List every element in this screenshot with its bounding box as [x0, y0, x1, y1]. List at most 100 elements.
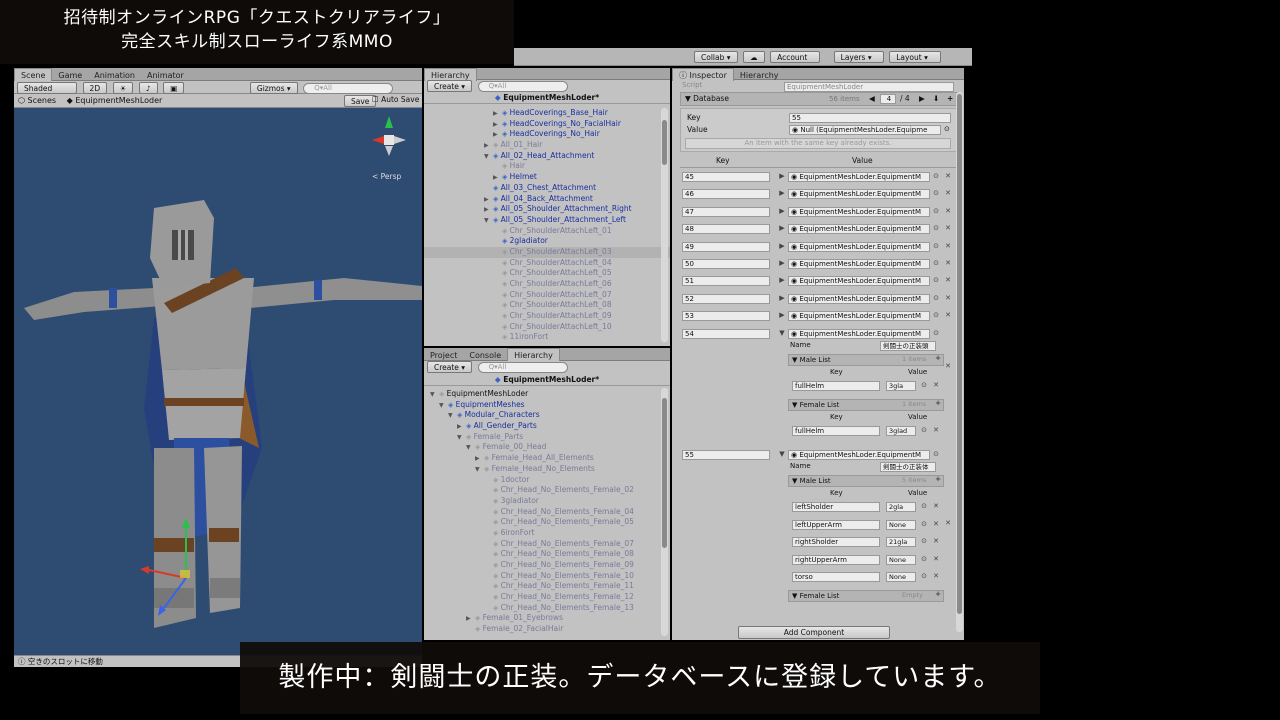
remove-icon[interactable]: ✕	[932, 502, 940, 510]
remove-icon[interactable]: ✕	[944, 242, 952, 250]
database-header[interactable]: ▼ Database 56 items ◀ 4 / 4 ▶ ⬇ +	[680, 92, 958, 106]
hierarchy-item[interactable]: ◈ Chr_ShoulderAttachLeft_03	[424, 246, 670, 258]
remove-icon[interactable]: ✕	[932, 520, 940, 528]
object-picker-icon[interactable]: ⊙	[932, 276, 940, 284]
expand-arrow-icon[interactable]: ▼	[457, 433, 466, 444]
remove-entry-icon[interactable]: ✕	[944, 519, 952, 527]
expand-arrow-icon[interactable]: ▶	[778, 259, 786, 267]
expand-arrow-icon[interactable]: ▶	[778, 172, 786, 180]
object-picker-icon[interactable]: ⊙	[920, 572, 928, 580]
expand-arrow-icon[interactable]: ▶	[778, 207, 786, 215]
hierarchy-item[interactable]: ◈ Chr_Head_No_Elements_Female_08	[424, 549, 670, 560]
object-picker-icon[interactable]: ⊙	[932, 207, 940, 215]
hierarchy-item[interactable]: ◈ Chr_ShoulderAttachLeft_06	[424, 279, 670, 290]
tab-game[interactable]: Game	[52, 69, 88, 82]
tab-animator[interactable]: Animator	[141, 69, 190, 82]
object-picker-icon[interactable]: ⊙	[920, 381, 928, 389]
tab-hierarchy-bottom[interactable]: Hierarchy	[507, 348, 560, 361]
hierarchy-item[interactable]: ▶ ◈ HeadCoverings_No_FacialHair	[424, 119, 670, 130]
collab-dropdown[interactable]: Collab ▾	[694, 51, 738, 63]
remove-icon[interactable]: ✕	[932, 381, 940, 389]
hierarchy-item[interactable]: ▶ ◈ Helmet	[424, 172, 670, 183]
list-value-field[interactable]: 3gla	[886, 380, 916, 391]
move-down-icon[interactable]: ⬇	[933, 93, 939, 105]
remove-icon[interactable]: ✕	[932, 426, 940, 434]
list-key-field[interactable]: rightSholder	[792, 537, 880, 548]
hierarchy-item[interactable]: ▶ ◈ All_05_Shoulder_Attachment_Right	[424, 204, 670, 215]
hierarchy-item[interactable]: ◈ 6ironFort	[424, 528, 670, 539]
remove-icon[interactable]: ✕	[944, 294, 952, 302]
object-picker-icon[interactable]: ⊙	[920, 426, 928, 434]
remove-icon[interactable]: ✕	[944, 189, 952, 197]
expand-arrow-icon[interactable]: ▼	[439, 401, 448, 412]
dictionary-value-field[interactable]: ◉ EquipmentMeshLoder.EquipmentM	[788, 311, 930, 322]
remove-icon[interactable]: ✕	[944, 172, 952, 180]
hierarchy-item[interactable]: ◈ Chr_Head_No_Elements_Female_04	[424, 507, 670, 518]
hierarchy-item[interactable]: ▶ ◈ Female_01_Eyebrows	[424, 613, 670, 624]
dictionary-value-field[interactable]: ◉ EquipmentMeshLoder.EquipmentM	[788, 189, 930, 200]
dictionary-value-field[interactable]: ◉ EquipmentMeshLoder.EquipmentM	[788, 224, 930, 235]
expand-arrow-icon[interactable]: ▼	[430, 390, 439, 401]
hierarchy-item[interactable]: ◈ All_03_Chest_Attachment	[424, 183, 670, 194]
object-picker-icon[interactable]: ⊙	[932, 224, 940, 232]
dictionary-key-field[interactable]: 45	[682, 172, 770, 182]
list-value-field[interactable]: 21gla	[886, 537, 916, 548]
breadcrumb-object[interactable]: EquipmentMeshLoder	[75, 96, 162, 105]
add-list-item-icon[interactable]: +	[934, 590, 942, 598]
account-dropdown[interactable]: Account ▾	[770, 51, 821, 73]
hierarchy-item[interactable]: ▼ ◈ Female_Parts	[424, 432, 670, 443]
create-dropdown[interactable]: Create ▾	[427, 361, 473, 373]
dictionary-key-field[interactable]: 51	[682, 276, 770, 287]
expand-arrow-icon[interactable]: ▼	[466, 443, 475, 454]
hierarchy-item[interactable]: ◈ Female_02_FacialHair	[424, 624, 670, 635]
tab-hierarchy-2[interactable]: Hierarchy	[734, 69, 785, 82]
dictionary-key-field[interactable]: 53	[682, 311, 770, 322]
object-picker-icon[interactable]: ⊙	[932, 242, 940, 250]
key-input[interactable]: 55	[789, 113, 951, 123]
dictionary-key-field[interactable]: 52	[682, 293, 770, 304]
hierarchy-item[interactable]: ▶ ◈ All_01_Hair	[424, 140, 670, 151]
add-component-button[interactable]: Add Component	[738, 626, 890, 639]
2d-toggle[interactable]: 2D	[82, 82, 108, 94]
list-key-field[interactable]: torso	[792, 572, 880, 582]
remove-icon[interactable]: ✕	[944, 276, 952, 284]
remove-icon[interactable]: ✕	[944, 259, 952, 267]
hierarchy-item[interactable]: ◈ Chr_ShoulderAttachLeft_08	[424, 300, 670, 311]
shading-mode-dropdown[interactable]: Shaded	[17, 82, 77, 94]
script-field[interactable]: EquipmentMeshLoder	[784, 82, 954, 92]
object-picker-icon[interactable]: ⊙	[920, 520, 928, 528]
object-picker-icon[interactable]: ⊙	[920, 502, 928, 510]
list-value-field[interactable]: 3glad	[886, 426, 916, 436]
dictionary-value-field[interactable]: ◉ EquipmentMeshLoder.EquipmentM	[788, 206, 930, 217]
expand-arrow-icon[interactable]: ▼	[484, 216, 493, 227]
dictionary-key-field[interactable]: 54	[682, 328, 770, 339]
expand-arrow-icon[interactable]: ▶	[778, 276, 786, 284]
dictionary-value-field[interactable]: ◉ EquipmentMeshLoder.EquipmentM	[788, 172, 930, 182]
hierarchy-item[interactable]: ▼ ◈ Modular_Characters	[424, 410, 670, 421]
hierarchy-item[interactable]: ▶ ◈ All_04_Back_Attachment	[424, 194, 670, 205]
hierarchy-item[interactable]: ◈ Chr_ShoulderAttachLeft_10	[424, 322, 670, 333]
dictionary-key-field[interactable]: 49	[682, 241, 770, 252]
dictionary-key-field[interactable]: 47	[682, 206, 770, 217]
hierarchy-item[interactable]: ◈ Chr_Head_No_Elements_Female_02	[424, 485, 670, 496]
expand-arrow-icon[interactable]: ▶	[778, 242, 786, 250]
hierarchy-item[interactable]: ◈ Chr_Head_No_Elements_Female_11	[424, 581, 670, 592]
object-picker-icon[interactable]: ⊙	[920, 555, 928, 563]
object-picker-icon[interactable]: ⊙	[932, 189, 940, 197]
scene-search-input[interactable]: Q▾All	[303, 82, 394, 94]
hierarchy-item[interactable]: ▼ ◈ Female_Head_No_Elements	[424, 464, 670, 475]
remove-icon[interactable]: ✕	[944, 311, 952, 319]
object-picker-icon[interactable]: ⊙	[944, 125, 950, 133]
list-key-field[interactable]: rightUpperArm	[792, 554, 880, 565]
persp-label[interactable]: < Persp	[372, 172, 401, 181]
dictionary-value-field[interactable]: ◉ EquipmentMeshLoder.EquipmentM	[788, 450, 930, 461]
list-key-field[interactable]: fullHelm	[792, 380, 880, 391]
hierarchy-item[interactable]: ◈ Chr_Head_No_Elements_Female_13	[424, 603, 670, 614]
add-list-item-icon[interactable]: +	[934, 354, 942, 362]
expand-arrow-icon[interactable]: ▼	[778, 450, 786, 458]
orientation-gizmo-icon[interactable]	[364, 110, 414, 170]
hierarchy-item[interactable]: ◈ Chr_Head_No_Elements_Female_07	[424, 539, 670, 550]
dictionary-value-field[interactable]: ◉ EquipmentMeshLoder.EquipmentM	[788, 241, 930, 252]
hierarchy-item[interactable]: ◈ Chr_Head_No_Elements_Female_05	[424, 517, 670, 528]
expand-arrow-icon[interactable]: ▼	[484, 152, 493, 163]
